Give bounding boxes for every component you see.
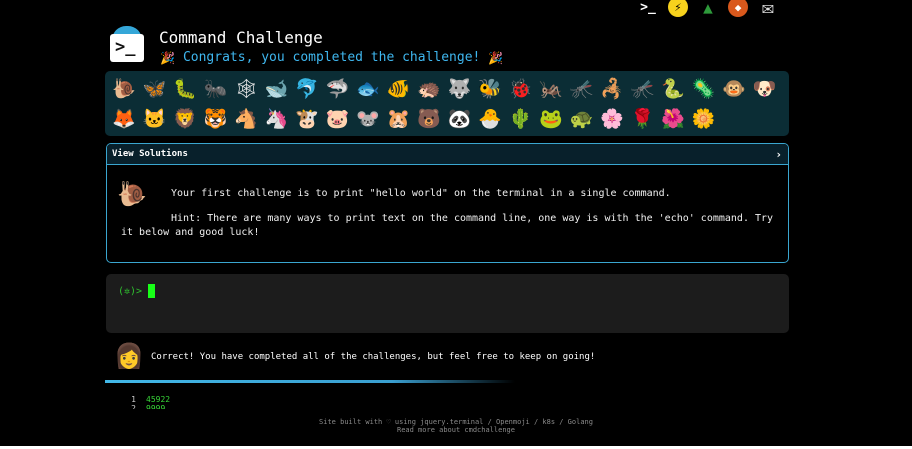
challenge-emoji-icon[interactable]: 🐛	[170, 74, 201, 104]
challenge-emoji-icon[interactable]: 🦂	[597, 74, 628, 104]
challenge-emoji-icon[interactable]: 🐜	[201, 74, 232, 104]
challenge-emoji-icon[interactable]: 🦊	[109, 104, 140, 134]
challenge-emoji-icon[interactable]: 🌵	[506, 104, 537, 134]
challenge-emoji-icon[interactable]: 🌹	[628, 104, 659, 134]
chevron-right-icon[interactable]: ›	[775, 148, 782, 161]
challenge-emoji-icon[interactable]: 🐵	[719, 74, 750, 104]
terminal-icon[interactable]: >_	[636, 0, 660, 18]
challenge-emoji-icon[interactable]: 🕸	[231, 74, 262, 104]
challenge-emoji-icon[interactable]: 🐟	[353, 74, 384, 104]
challenge-emoji-icon[interactable]: 🐍	[658, 74, 689, 104]
challenge-emoji-icon[interactable]: 🦠	[689, 74, 720, 104]
challenge-emoji-grid: 🐌 🦋 🐛 🐜 🕸 🐋 🐬 🦈 🐟 🐠 🦔 🐺 🐝 🐞 🦗 🦟 🦂 🦟 🐍 🦠 🐵 🐶 🦊 🐱 🦁 🐯 🐴 🦄 🐮 🐷 🐭 🐹 🐻 🐼 🐣 🌵 🐸 🐢 🌸 🌹…	[105, 71, 789, 136]
view-solutions-header[interactable]: View Solutions ›	[107, 144, 788, 165]
woman-avatar-icon: 👩	[114, 342, 144, 370]
logo-prompt: >_	[115, 37, 136, 57]
completion-message: Congrats, you completed the challenge!	[182, 50, 481, 65]
challenge-emoji-icon[interactable]: 🐹	[384, 104, 415, 134]
challenge-emoji-icon[interactable]: 🐶	[750, 74, 781, 104]
challenge-emoji-icon[interactable]: 🐺	[445, 74, 476, 104]
stat-value: 9999	[146, 404, 166, 409]
challenge-emoji-icon[interactable]: 🐬	[292, 74, 323, 104]
challenge-emoji-icon[interactable]: 🐸	[536, 104, 567, 134]
stat-value: 45922	[146, 395, 171, 404]
challenge-emoji-icon[interactable]: 🐋	[262, 74, 293, 104]
stat-index: 1	[131, 395, 136, 404]
challenge-emoji-icon[interactable]: 🐼	[445, 104, 476, 134]
stat-index: 2	[131, 404, 136, 409]
stats-list: 1 45922 2 9999	[130, 395, 170, 409]
challenge-emoji-icon[interactable]: 🐝	[475, 74, 506, 104]
challenge-emoji-icon[interactable]: 🐞	[506, 74, 537, 104]
page: >_ ⚡ ▲ ◆ ✉ >_ Command Challenge 🎉 Congra…	[0, 0, 912, 449]
lightning-icon[interactable]: ⚡	[668, 0, 688, 17]
top-nav-icons: >_ ⚡ ▲ ◆ ✉	[636, 0, 780, 19]
challenge-emoji-icon[interactable]: 🌼	[689, 104, 720, 134]
challenge-emoji-icon[interactable]: 🐮	[292, 104, 323, 134]
challenge-emoji-icon[interactable]: 🐌	[109, 74, 140, 104]
challenge-emoji-icon[interactable]: 🐯	[201, 104, 232, 134]
challenge-emoji-icon[interactable]: 🐴	[231, 104, 262, 134]
challenge-emoji-icon[interactable]: 🐢	[567, 104, 598, 134]
completion-banner: 🎉 Congrats, you completed the challenge!…	[160, 50, 503, 65]
terminal-cursor	[148, 284, 156, 298]
terminal-input[interactable]: (✲)>	[106, 274, 789, 333]
fox-icon[interactable]: ◆	[728, 0, 748, 17]
progress-bar	[105, 380, 515, 383]
view-solutions-label: View Solutions	[112, 149, 188, 159]
challenge-emoji-icon[interactable]: 🌸	[597, 104, 628, 134]
feedback-message: Correct! You have completed all of the c…	[151, 352, 596, 362]
challenge-emoji-icon[interactable]: 🦗	[536, 74, 567, 104]
party-popper-icon: 🎉	[160, 50, 175, 65]
footer-credits[interactable]: Site built with ♡ using jquery.terminal …	[0, 418, 912, 426]
solutions-panel: View Solutions › 🐌 Your first challenge …	[106, 143, 789, 263]
challenge-emoji-icon[interactable]: 🦋	[140, 74, 171, 104]
challenge-emoji-icon[interactable]: 🐠	[384, 74, 415, 104]
challenge-emoji-icon[interactable]: 🐱	[140, 104, 171, 134]
party-popper-icon: 🎉	[488, 50, 504, 65]
challenge-emoji-icon[interactable]: 🦈	[323, 74, 354, 104]
challenge-emoji-icon[interactable]: 🦔	[414, 74, 445, 104]
challenge-description: Your first challenge is to print "hello …	[171, 188, 671, 199]
challenge-hint: Hint: There are many ways to print text …	[121, 213, 774, 238]
challenge-emoji-icon[interactable]: 🦟	[628, 74, 659, 104]
terminal-prompt-line[interactable]: (✲)>	[118, 284, 156, 298]
challenge-emoji-icon[interactable]: 🦄	[262, 104, 293, 134]
stat-row: 2 9999	[130, 404, 170, 409]
mail-icon[interactable]: ✉	[756, 0, 780, 19]
app-logo: >_	[110, 26, 144, 62]
challenge-emoji-icon[interactable]: 🐷	[323, 104, 354, 134]
page-title: Command Challenge	[159, 28, 323, 47]
challenge-emoji-icon[interactable]: 🐭	[353, 104, 384, 134]
stat-row: 1 45922	[130, 395, 170, 404]
tree-icon[interactable]: ▲	[696, 0, 720, 18]
challenge-emoji-icon[interactable]: 🦟	[567, 74, 598, 104]
challenge-emoji-icon[interactable]: 🌺	[658, 104, 689, 134]
footer-read-more-link[interactable]: Read more about cmdchallenge	[0, 426, 912, 434]
snail-icon: 🐌	[117, 180, 147, 208]
challenge-emoji-icon[interactable]: 🦁	[170, 104, 201, 134]
terminal-prompt: (✲)>	[118, 285, 143, 297]
challenge-emoji-icon[interactable]: 🐣	[475, 104, 506, 134]
challenge-emoji-icon[interactable]: 🐻	[414, 104, 445, 134]
